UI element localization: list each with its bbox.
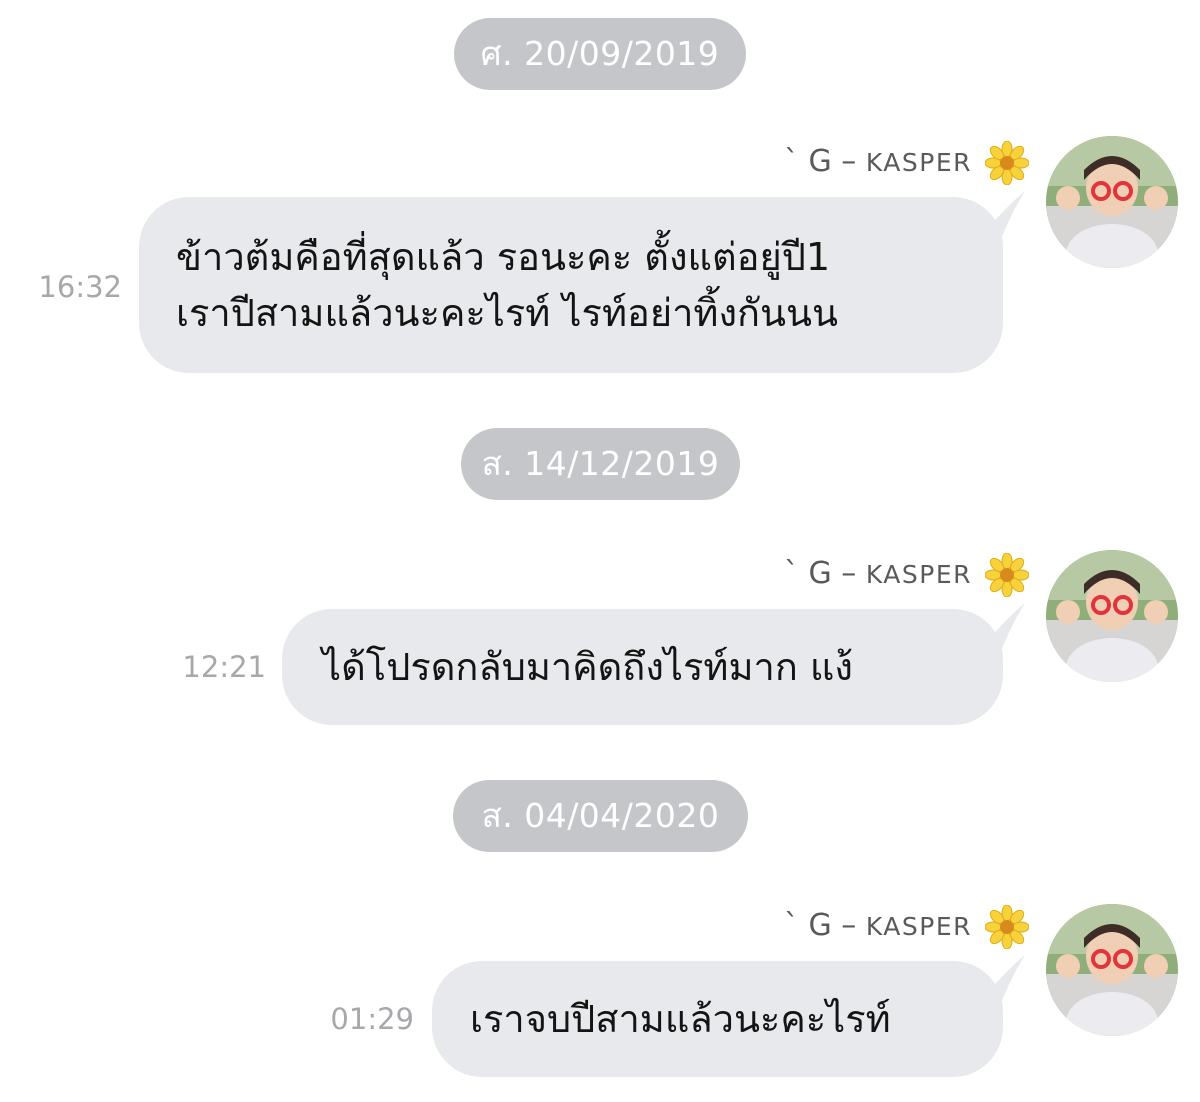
sunflower-icon (985, 905, 1029, 949)
avatar[interactable] (1046, 550, 1178, 682)
sender-name-prefix: ` G – (783, 556, 866, 591)
message-time: 01:29 (330, 1002, 414, 1036)
date-separator: ศ. 20/09/2019 (454, 18, 746, 90)
message-text: ได้โปรดกลับมาคิดถึงไรท์มาก แง้ (322, 645, 853, 689)
sender-name-main: KASPER (865, 912, 972, 941)
message-bubble[interactable]: ข้าวต้มคือที่สุดแล้ว รอนะคะ ตั้งแต่อยู่ป… (139, 191, 1025, 373)
sender-name-main: KASPER (865, 148, 972, 177)
message-bubble[interactable]: เราจบปีสามแล้วนะคะไรท์ (432, 955, 1025, 1077)
date-separator: ส. 14/12/2019 (461, 428, 740, 500)
date-separator: ส. 04/04/2020 (453, 780, 748, 852)
message-bubble[interactable]: ได้โปรดกลับมาคิดถึงไรท์มาก แง้ (282, 603, 1025, 725)
sunflower-icon (985, 141, 1029, 185)
sender-name-main: KASPER (865, 560, 972, 589)
bubble-tail (975, 191, 1025, 239)
sender-name: ` G – KASPER (784, 908, 972, 943)
message-text: ข้าวต้มคือที่สุดแล้ว รอนะคะ ตั้งแต่อยู่ป… (176, 235, 838, 335)
bubble-tail (975, 955, 1025, 1003)
sunflower-icon (985, 553, 1029, 597)
bubble-tail (975, 603, 1025, 651)
message-time: 16:32 (38, 270, 122, 304)
sender-name: ` G – KASPER (784, 144, 972, 179)
sender-name-prefix: ` G – (783, 908, 866, 943)
message-time: 12:21 (182, 650, 266, 684)
message-text: เราจบปีสามแล้วนะคะไรท์ (470, 997, 891, 1041)
sender-name-prefix: ` G – (783, 144, 866, 179)
avatar[interactable] (1046, 136, 1178, 268)
sender-name: ` G – KASPER (784, 556, 972, 591)
avatar[interactable] (1046, 904, 1178, 1036)
